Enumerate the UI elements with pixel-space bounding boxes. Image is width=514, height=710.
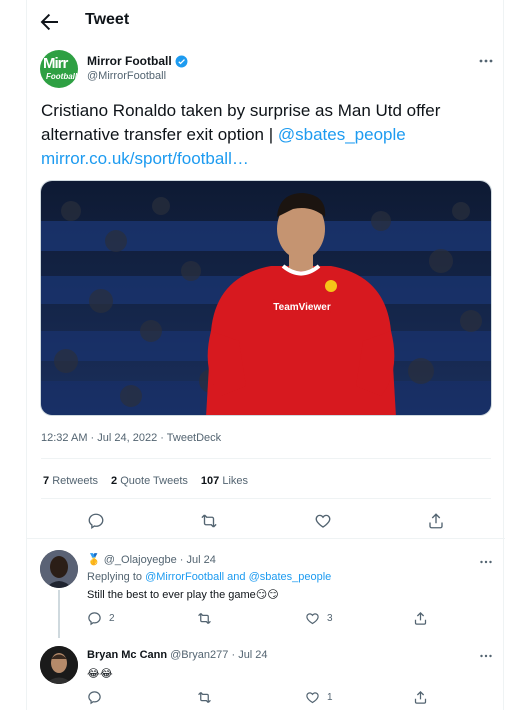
reply-date[interactable]: · Jul 24 <box>180 554 216 566</box>
reply-handle[interactable]: @_Olajoyegbe <box>104 554 177 566</box>
reply-text: 😂😂 <box>87 668 113 680</box>
reply-date[interactable]: · Jul 24 <box>231 649 267 661</box>
retweet-icon[interactable] <box>197 611 212 626</box>
author-avatar[interactable]: Mirr Football <box>40 50 78 88</box>
reply-avatar-image <box>40 646 78 684</box>
like-icon[interactable] <box>314 512 332 530</box>
tweet-stats: 7 Retweets 2 Quote Tweets 107 Likes <box>43 475 248 487</box>
tweet-mention-link[interactable]: @sbates_people <box>278 125 406 144</box>
reply-avatar[interactable] <box>40 646 78 684</box>
tweet-timestamp[interactable]: 12:32 AM · Jul 24, 2022 · TweetDeck <box>41 432 221 444</box>
more-options-icon[interactable] <box>478 54 494 68</box>
likes-label: Likes <box>222 475 249 487</box>
quotes-stat[interactable]: 2 Quote Tweets <box>111 475 188 487</box>
share-icon[interactable] <box>413 611 428 626</box>
author-name-row[interactable]: Mirror Football <box>87 54 188 68</box>
retweet-icon[interactable] <box>200 512 218 530</box>
like-count: 3 <box>327 613 333 624</box>
reply-avatar[interactable] <box>40 550 78 588</box>
reply-text: Still the best to ever play the game😏😏 <box>87 589 279 601</box>
avatar-logo-subtext: Football <box>46 72 78 81</box>
tweet-url-link[interactable]: mirror.co.uk/sport/football… <box>41 149 249 168</box>
reply-item[interactable]: Bryan Mc Cann @Bryan277 · Jul 24 😂😂 1 <box>27 636 505 710</box>
replying-to: Replying to @MirrorFootball and @sbates_… <box>87 571 331 583</box>
replying-to-links[interactable]: @MirrorFootball and @sbates_people <box>145 571 331 583</box>
quotes-label: Quote Tweets <box>120 475 188 487</box>
share-icon[interactable] <box>413 690 428 705</box>
retweets-count: 7 <box>43 475 50 487</box>
more-options-icon[interactable] <box>479 556 493 568</box>
tweet-media-image[interactable]: TeamViewer <box>40 180 492 416</box>
like-count: 1 <box>327 692 333 703</box>
page-title: Tweet <box>85 11 130 28</box>
divider <box>41 498 491 499</box>
retweets-stat[interactable]: 7 Retweets <box>43 475 98 487</box>
divider <box>41 458 491 459</box>
avatar-logo-text: Mirr <box>43 55 68 72</box>
reply-icon[interactable] <box>87 690 102 705</box>
more-options-icon[interactable] <box>479 650 493 662</box>
tweet-page: Tweet Mirr Football Mirror Football @Mir… <box>26 0 505 710</box>
author-name[interactable]: Mirror Football <box>87 54 172 68</box>
reply-icon[interactable] <box>87 611 102 626</box>
reply-author-name[interactable]: Bryan Mc Cann <box>87 649 167 661</box>
reply-header: 🥇 @_Olajoyegbe · Jul 24 <box>87 553 216 566</box>
author-handle[interactable]: @MirrorFootball <box>87 70 166 82</box>
replying-prefix: Replying to <box>87 571 146 583</box>
player-photo: TeamViewer <box>41 181 491 415</box>
share-icon[interactable] <box>427 512 445 530</box>
reply-handle[interactable]: @Bryan277 <box>170 649 228 661</box>
reply-header: Bryan Mc Cann @Bryan277 · Jul 24 <box>87 649 268 661</box>
like-icon[interactable] <box>305 611 320 626</box>
tweet-text: Cristiano Ronaldo taken by surprise as M… <box>41 99 491 171</box>
reply-count: 2 <box>109 613 115 624</box>
retweet-icon[interactable] <box>197 690 212 705</box>
like-icon[interactable] <box>305 690 320 705</box>
arrow-left-icon[interactable] <box>37 10 61 34</box>
reply-icon[interactable] <box>87 512 105 530</box>
likes-stat[interactable]: 107 Likes <box>201 475 248 487</box>
likes-count: 107 <box>200 475 220 487</box>
quotes-count: 2 <box>111 475 118 487</box>
verified-badge-icon <box>175 55 188 67</box>
reply-item[interactable]: 🥇 @_Olajoyegbe · Jul 24 Replying to @Mir… <box>27 538 505 638</box>
thread-line <box>58 590 60 638</box>
top-bar: Tweet <box>27 0 505 44</box>
sponsor-text: TeamViewer <box>273 302 331 313</box>
retweets-label: Retweets <box>52 475 99 487</box>
reply-avatar-image <box>40 550 78 588</box>
medal-badge-icon: 🥇 <box>87 554 101 566</box>
